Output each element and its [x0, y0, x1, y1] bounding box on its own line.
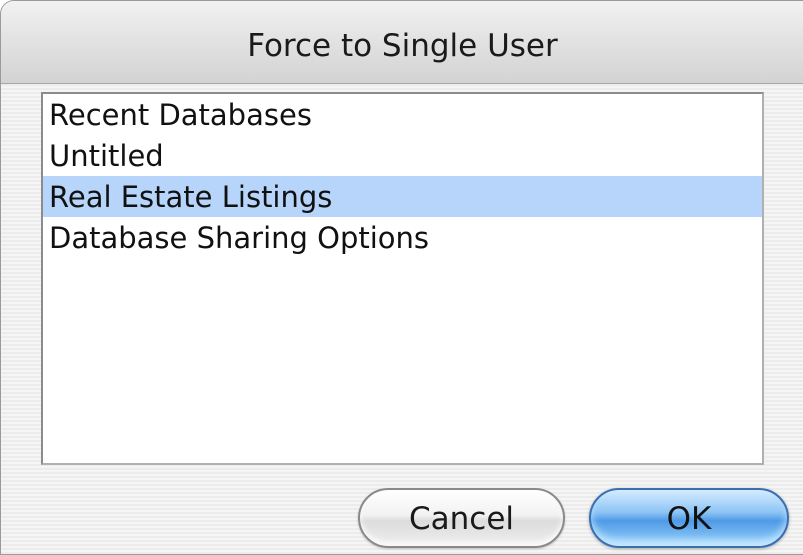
list-item-real-estate-listings[interactable]: Real Estate Listings — [43, 176, 762, 217]
force-single-user-dialog: Force to Single User Recent Databases Un… — [0, 0, 803, 555]
dialog-title: Force to Single User — [247, 28, 558, 64]
cancel-button[interactable]: Cancel — [358, 488, 565, 548]
list-item-untitled[interactable]: Untitled — [43, 135, 762, 176]
list-item-database-sharing-options[interactable]: Database Sharing Options — [43, 217, 762, 258]
database-list[interactable]: Recent Databases Untitled Real Estate Li… — [41, 92, 764, 465]
ok-button[interactable]: OK — [589, 488, 789, 548]
list-item-recent-databases[interactable]: Recent Databases — [43, 94, 762, 135]
dialog-titlebar: Force to Single User — [1, 1, 803, 84]
